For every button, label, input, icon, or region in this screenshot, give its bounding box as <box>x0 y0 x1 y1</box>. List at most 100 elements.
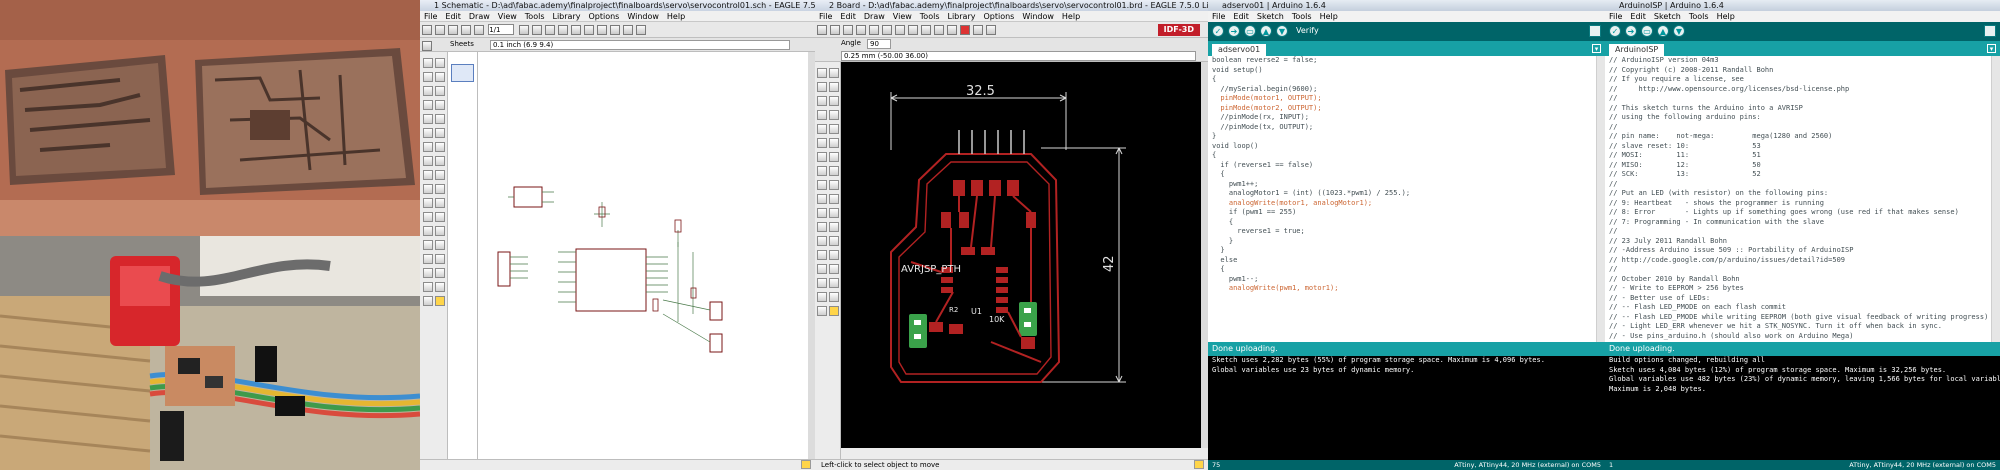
tool-circle-icon[interactable] <box>829 222 839 232</box>
tool-smash-icon[interactable] <box>829 166 839 176</box>
undo-icon[interactable] <box>934 25 944 35</box>
menu-edit[interactable]: Edit <box>836 11 860 22</box>
verify-icon[interactable]: ✓ <box>1609 25 1621 37</box>
tool-junction-icon[interactable] <box>423 268 433 278</box>
code-editor[interactable]: boolean reverse2 = false; void setup(){ /… <box>1208 56 1596 342</box>
tool-rotate-icon[interactable] <box>829 96 839 106</box>
tool-mirror-icon[interactable] <box>817 96 827 106</box>
tool-rect-icon[interactable] <box>423 240 433 250</box>
menu-help[interactable]: Help <box>1316 11 1342 22</box>
board-canvas[interactable]: 32.5 42 AVRJSP_PTH U1 R2 10K <box>841 62 1201 448</box>
menu-help[interactable]: Help <box>663 11 689 22</box>
tool-move-icon[interactable] <box>423 86 433 96</box>
tool-rect-icon[interactable] <box>829 236 839 246</box>
tab-menu-icon[interactable]: ▾ <box>1987 44 1996 53</box>
save-icon[interactable]: ▼ <box>1276 25 1288 37</box>
menu-file[interactable]: File <box>420 11 441 22</box>
tool-gateswap-icon[interactable] <box>435 156 445 166</box>
tool-attribute-icon[interactable] <box>817 278 827 288</box>
tool-ripup-icon[interactable] <box>817 208 827 218</box>
code-editor[interactable]: // ArduinoISP version 04m3// Copyright (… <box>1605 56 1991 342</box>
menu-draw[interactable]: Draw <box>860 11 889 22</box>
editor-scrollbar[interactable] <box>1991 56 2000 342</box>
tool-errors-icon[interactable] <box>435 296 445 306</box>
board-coord-input[interactable]: 0.25 mm (-50.00 36.00) <box>841 51 1196 61</box>
verify-icon[interactable]: ✓ <box>1212 25 1224 37</box>
stop-icon[interactable] <box>610 25 621 35</box>
tab-sketch[interactable]: adservo01 <box>1212 44 1267 56</box>
menu-library[interactable]: Library <box>549 11 585 22</box>
tool-erc-icon[interactable] <box>423 296 433 306</box>
cam-icon[interactable] <box>461 25 471 35</box>
tool-net-icon[interactable] <box>435 254 445 264</box>
menu-window[interactable]: Window <box>1018 11 1058 22</box>
go-icon[interactable] <box>973 25 983 35</box>
upload-icon[interactable]: ➔ <box>1625 25 1637 37</box>
tool-hole-icon[interactable] <box>829 264 839 274</box>
tool-group-icon[interactable] <box>817 110 827 120</box>
redo-icon[interactable] <box>947 25 957 35</box>
open-icon[interactable] <box>422 25 432 35</box>
menu-draw[interactable]: Draw <box>465 11 494 22</box>
tool-paste-icon[interactable] <box>423 128 433 138</box>
tab-menu-icon[interactable]: ▾ <box>1592 44 1601 53</box>
new-icon[interactable]: ▭ <box>1641 25 1653 37</box>
tool-copy-icon[interactable] <box>435 86 445 96</box>
tool-miter-icon[interactable] <box>817 180 827 190</box>
tool-replace-icon[interactable] <box>829 138 839 148</box>
tool-wire-icon[interactable] <box>829 208 839 218</box>
tool-add-icon[interactable] <box>423 142 433 152</box>
tool-signal-icon[interactable] <box>817 264 827 274</box>
print-icon[interactable] <box>448 25 458 35</box>
tool-polygon-icon[interactable] <box>435 240 445 250</box>
open-icon[interactable] <box>817 25 827 35</box>
sheet-thumbnail[interactable] <box>451 64 474 82</box>
tool-errors-icon[interactable] <box>829 306 839 316</box>
tool-change-icon[interactable] <box>829 110 839 120</box>
tool-via-icon[interactable] <box>829 250 839 260</box>
menu-help[interactable]: Help <box>1058 11 1084 22</box>
editor-scrollbar[interactable] <box>1596 56 1605 342</box>
tool-ratsnest-icon[interactable] <box>817 292 827 302</box>
undo-icon[interactable] <box>584 25 595 35</box>
menu-edit[interactable]: Edit <box>1626 11 1650 22</box>
menu-sketch[interactable]: Sketch <box>1253 11 1288 22</box>
zoom-in-icon[interactable] <box>895 25 905 35</box>
tool-drc-icon[interactable] <box>817 306 827 316</box>
menu-library[interactable]: Library <box>944 11 980 22</box>
tool-autorouter-icon[interactable] <box>829 292 839 302</box>
tool-bus-icon[interactable] <box>423 254 433 264</box>
tool-dimension-icon[interactable] <box>829 278 839 288</box>
menu-tools[interactable]: Tools <box>1288 11 1316 22</box>
redo-icon[interactable] <box>597 25 608 35</box>
tool-show-icon[interactable] <box>829 68 839 78</box>
tool-change-icon[interactable] <box>435 114 445 124</box>
zoom-out-icon[interactable] <box>545 25 556 35</box>
tool-delete-icon[interactable] <box>435 128 445 138</box>
angle-select[interactable]: 90 <box>867 39 891 49</box>
menu-tools[interactable]: Tools <box>521 11 549 22</box>
tool-pinswap-icon[interactable] <box>435 142 445 152</box>
menu-tools[interactable]: Tools <box>1685 11 1713 22</box>
sheet-icon[interactable] <box>474 25 484 35</box>
menu-edit[interactable]: Edit <box>1229 11 1253 22</box>
save-icon[interactable] <box>830 25 840 35</box>
menu-edit[interactable]: Edit <box>441 11 465 22</box>
tool-split-icon[interactable] <box>423 198 433 208</box>
tool-mark-icon[interactable] <box>435 72 445 82</box>
tool-show-icon[interactable] <box>435 58 445 68</box>
save-icon[interactable]: ▼ <box>1673 25 1685 37</box>
tool-wire-icon[interactable] <box>423 212 433 222</box>
schematic-canvas[interactable] <box>478 52 808 459</box>
tool-value-icon[interactable] <box>435 170 445 180</box>
tool-smash-icon[interactable] <box>423 184 433 194</box>
tool-split-icon[interactable] <box>829 180 839 190</box>
tool-add-icon[interactable] <box>817 138 827 148</box>
menu-sketch[interactable]: Sketch <box>1650 11 1685 22</box>
new-icon[interactable]: ▭ <box>1244 25 1256 37</box>
tool-mirror-icon[interactable] <box>423 100 433 110</box>
tool-value-icon[interactable] <box>817 166 827 176</box>
print-icon[interactable] <box>843 25 853 35</box>
menu-view[interactable]: View <box>889 11 916 22</box>
zoom-fit-icon[interactable] <box>519 25 530 35</box>
